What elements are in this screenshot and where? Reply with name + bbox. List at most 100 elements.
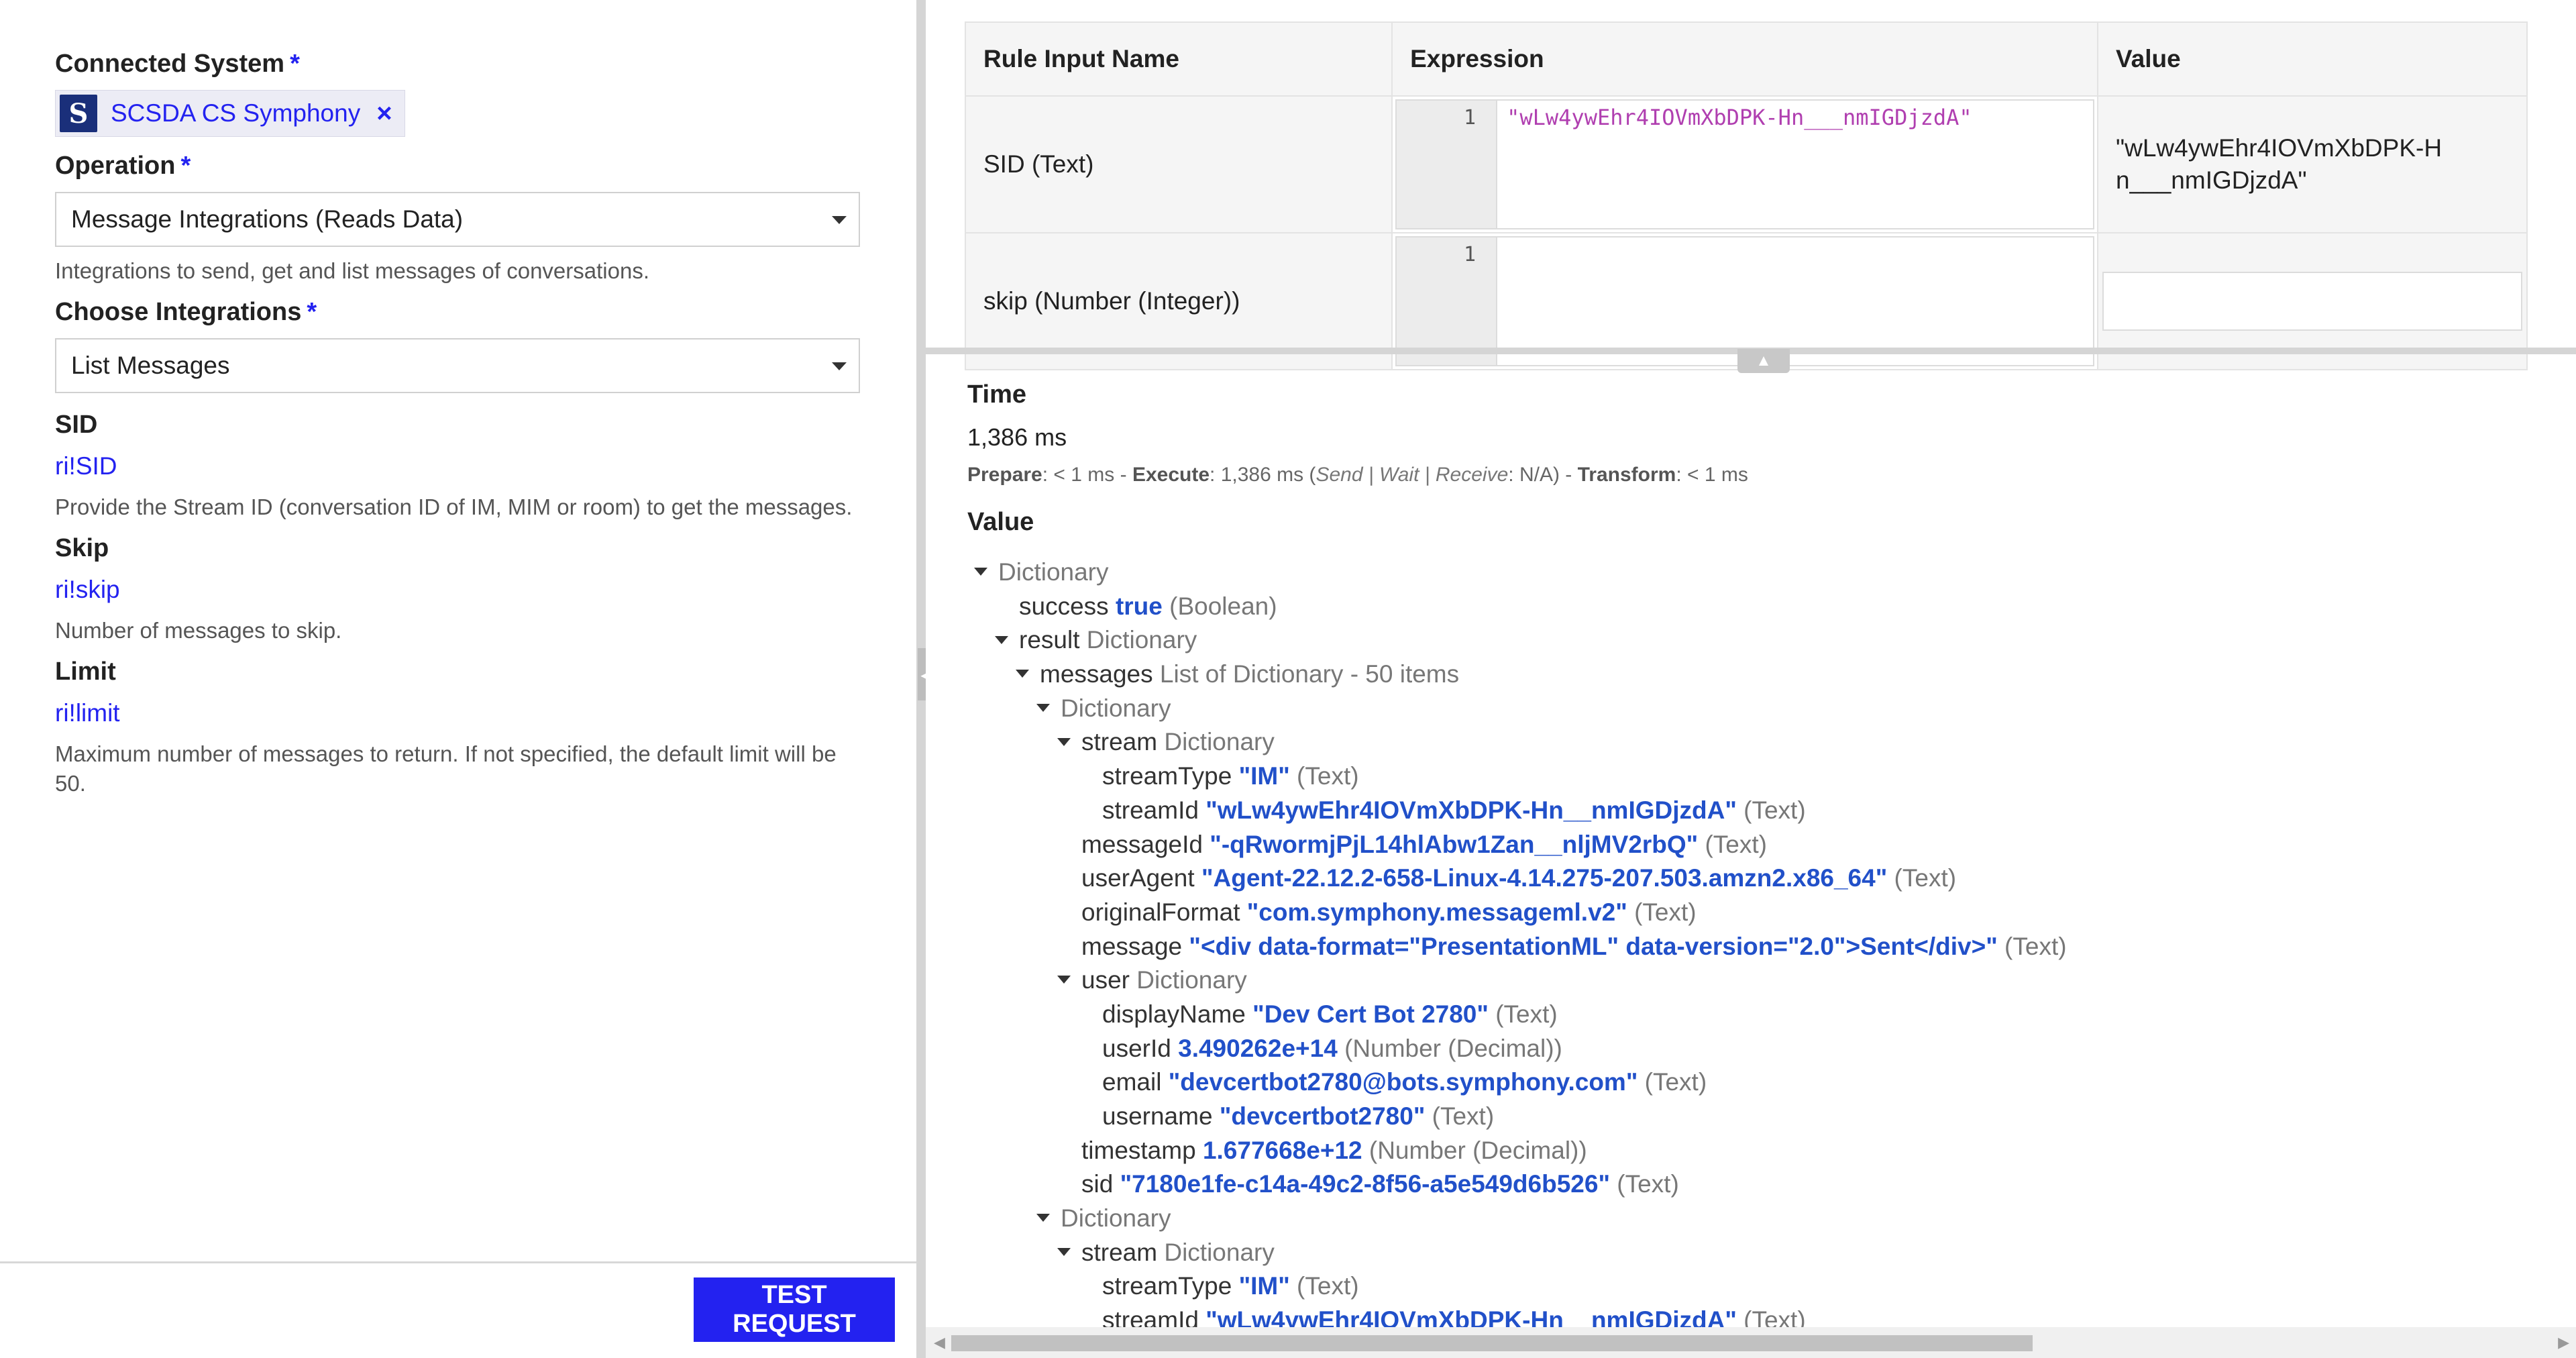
test-results-panel: Rule Input Name Expression Value SID (Te… <box>926 0 2576 1358</box>
execute-value: : 1,386 ms ( <box>1210 464 1316 486</box>
tree-type: (Number (Decimal)) <box>1368 1136 1587 1164</box>
expand-toggle-icon[interactable] <box>1016 670 1029 678</box>
choose-integrations-dropdown[interactable]: List Messages <box>55 338 860 393</box>
expand-toggle-icon[interactable] <box>974 568 987 576</box>
tree-type: (Text) <box>1432 1102 1495 1130</box>
symphony-logo-icon: S <box>60 95 97 132</box>
tree-value: "devcertbot2780@bots.symphony.com" <box>1168 1068 1638 1096</box>
tree-key: username <box>1102 1102 1213 1130</box>
expand-toggle-icon[interactable] <box>1036 1214 1050 1222</box>
tree-row[interactable]: Dictionary <box>967 1202 2551 1236</box>
horizontal-scrollbar[interactable]: ◀ ▶ <box>926 1327 2576 1358</box>
tree-row[interactable]: stream Dictionary <box>967 725 2551 760</box>
tree-row: originalFormat "com.symphony.messageml.v… <box>967 896 2551 930</box>
tree-type: (Text) <box>1297 762 1359 790</box>
value-text: "wLw4ywEhr4IOVmXbDPK-Hn___nmIGDjzdA" <box>2116 134 2443 194</box>
connected-system-chip[interactable]: S SCSDA CS Symphony × <box>55 90 405 137</box>
tree-key: streamType <box>1102 1272 1232 1300</box>
tree-key: stream <box>1081 728 1158 756</box>
sid-rule-input-link[interactable]: ri!SID <box>55 450 860 483</box>
tree-row: timestamp 1.677668e+12 (Number (Decimal)… <box>967 1134 2551 1168</box>
expand-toggle-icon[interactable] <box>995 635 1008 644</box>
expand-toggle-icon[interactable] <box>1057 737 1071 746</box>
tree-value: 3.490262e+14 <box>1178 1034 1338 1062</box>
value-cell: "wLw4ywEhr4IOVmXbDPK-Hn___nmIGDjzdA" <box>2097 95 2528 233</box>
expression-code[interactable]: "wLw4ywEhr4IOVmXbDPK-Hn___nmIGDjzdA" <box>1497 101 1972 228</box>
required-marker: * <box>307 298 317 326</box>
tree-type: (Text) <box>1644 1068 1707 1096</box>
tree-type: (Text) <box>1617 1170 1679 1198</box>
tree-value: "-qRwormjPjL14hlAbw1Zan__nljMV2rbQ" <box>1210 830 1699 858</box>
tree-key: messageId <box>1081 830 1203 858</box>
tree-type: (Text) <box>1705 830 1767 858</box>
tree-key: originalFormat <box>1081 898 1240 926</box>
tree-row: displayName "Dev Cert Bot 2780" (Text) <box>967 998 2551 1032</box>
execute-sub-value: : N/A) - <box>1508 464 1578 486</box>
scroll-left-icon[interactable]: ◀ <box>934 1334 945 1351</box>
dropdown-caret-icon <box>832 362 847 370</box>
remove-chip-icon[interactable]: × <box>376 99 392 129</box>
tree-row: username "devcertbot2780" (Text) <box>967 1100 2551 1134</box>
tree-type: Dictionary <box>1086 626 1197 654</box>
table-header-row: Rule Input Name Expression Value <box>964 21 2528 97</box>
footer-divider <box>0 1261 916 1263</box>
tree-type: List of Dictionary - 50 items <box>1159 660 1460 688</box>
tree-row: sid "7180e1fe-c14a-49c2-8f56-a5e549d6b52… <box>967 1167 2551 1202</box>
tree-value: "<div data-format="PresentationML" data-… <box>1189 932 1998 960</box>
expand-toggle-icon[interactable] <box>1057 976 1071 984</box>
tree-row: userId 3.490262e+14 (Number (Decimal)) <box>967 1032 2551 1066</box>
tree-key: user <box>1081 966 1130 994</box>
expression-editor[interactable]: 1 "wLw4ywEhr4IOVmXbDPK-Hn___nmIGDjzdA" <box>1395 99 2094 229</box>
tree-key: userId <box>1102 1034 1171 1062</box>
rule-input-name-cell: SID (Text) <box>964 95 1393 233</box>
choose-integrations-selected-value: List Messages <box>71 352 230 379</box>
tree-type: Dictionary <box>1136 966 1247 994</box>
column-header-value: Value <box>2097 21 2528 97</box>
test-request-button[interactable]: TEST REQUEST <box>694 1277 895 1342</box>
execute-sub-label: Send | Wait | Receive <box>1316 464 1509 486</box>
value-tree: Dictionary success true (Boolean) result D… <box>967 556 2551 1338</box>
limit-rule-input-link[interactable]: ri!limit <box>55 696 860 730</box>
choose-integrations-label: Choose Integrations * <box>55 295 860 329</box>
tree-value: "wLw4ywEhr4IOVmXbDPK-Hn__nmIGDjzdA" <box>1205 796 1737 824</box>
tree-type: Dictionary <box>1061 694 1171 722</box>
operation-dropdown[interactable]: Message Integrations (Reads Data) <box>55 192 860 247</box>
value-input[interactable] <box>2102 272 2522 331</box>
tree-value: "Agent-22.12.2-658-Linux-4.14.275-207.50… <box>1201 864 1888 892</box>
scroll-right-icon[interactable]: ▶ <box>2558 1334 2569 1351</box>
tree-type: (Text) <box>1495 1000 1558 1028</box>
tree-row: streamType "IM" (Text) <box>967 760 2551 794</box>
sid-label: SID <box>55 411 98 439</box>
expression-code[interactable] <box>1497 238 1507 365</box>
tree-key: email <box>1102 1068 1162 1096</box>
tree-type: (Boolean) <box>1169 592 1277 620</box>
connected-system-name[interactable]: SCSDA CS Symphony <box>111 99 360 127</box>
tree-type: Dictionary <box>1061 1204 1171 1233</box>
tree-row: email "devcertbot2780@bots.symphony.com"… <box>967 1065 2551 1100</box>
tree-type: (Text) <box>1743 796 1806 824</box>
scrollbar-thumb[interactable] <box>951 1335 2033 1351</box>
tree-row[interactable]: stream Dictionary <box>967 1236 2551 1270</box>
skip-rule-input-link[interactable]: ri!skip <box>55 573 860 607</box>
logo-letter: S <box>68 97 89 129</box>
expand-toggle-icon[interactable] <box>1057 1247 1071 1256</box>
dropdown-caret-icon <box>832 216 847 224</box>
tree-key: success <box>1019 592 1109 620</box>
tree-type: (Text) <box>1297 1272 1359 1300</box>
limit-label: Limit <box>55 658 116 686</box>
connected-system-label-text: Connected System <box>55 50 285 78</box>
time-title: Time <box>967 380 1027 409</box>
expand-toggle-icon[interactable] <box>1036 703 1050 712</box>
tree-value: "Dev Cert Bot 2780" <box>1252 1000 1489 1028</box>
tree-row[interactable]: messages List of Dictionary - 50 items <box>967 658 2551 692</box>
execute-label: Execute <box>1132 464 1210 486</box>
tree-row[interactable]: user Dictionary <box>967 963 2551 998</box>
connected-system-label: Connected System * <box>55 47 860 81</box>
expression-editor[interactable]: 1 <box>1395 236 2094 366</box>
tree-row[interactable]: Dictionary <box>967 556 2551 590</box>
tree-row[interactable]: Dictionary <box>967 692 2551 726</box>
line-number: 1 <box>1397 101 1498 228</box>
tree-row[interactable]: result Dictionary <box>967 623 2551 658</box>
expression-cell: 1 "wLw4ywEhr4IOVmXbDPK-Hn___nmIGDjzdA" <box>1391 95 2098 233</box>
expand-up-icon[interactable]: ▲ <box>1737 349 1790 373</box>
